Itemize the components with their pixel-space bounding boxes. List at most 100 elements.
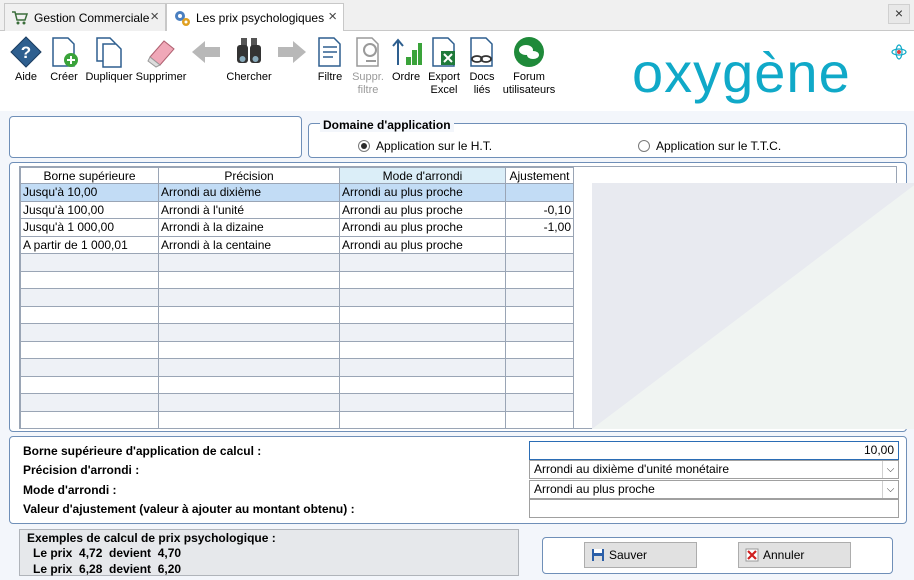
chercher-button[interactable]: Chercher: [226, 35, 272, 84]
radio-ttc-dot[interactable]: [638, 140, 650, 152]
tab-prix-psychologiques[interactable]: Les prix psychologiques ×: [166, 3, 344, 32]
save-button[interactable]: Sauver: [584, 542, 697, 568]
table-cell[interactable]: Arrondi au plus proche: [339, 200, 506, 219]
window-close-button[interactable]: ×: [888, 4, 910, 24]
table-cell[interactable]: Jusqu'à 100,00: [20, 200, 159, 219]
table-cell[interactable]: [505, 305, 574, 324]
table-cell[interactable]: Arrondi à la centaine: [158, 235, 340, 254]
table-cell[interactable]: [339, 340, 506, 359]
table-cell[interactable]: Arrondi au dixième: [158, 183, 340, 202]
empty-table-row[interactable]: [20, 323, 574, 342]
table-cell[interactable]: Arrondi au plus proche: [339, 235, 506, 254]
table-row[interactable]: Jusqu'à 100,00 Arrondi à l'unité Arrondi a…: [20, 200, 574, 219]
table-cell[interactable]: [505, 340, 574, 359]
ajustement-input[interactable]: [529, 499, 899, 518]
table-cell[interactable]: [505, 410, 574, 429]
table-cell[interactable]: [505, 323, 574, 342]
table-cell[interactable]: Arrondi au plus proche: [339, 183, 506, 202]
ordre-button[interactable]: Ordre: [390, 35, 422, 84]
empty-table-row[interactable]: [20, 410, 574, 429]
table-cell[interactable]: [20, 340, 159, 359]
borne-input[interactable]: 10,00: [529, 441, 899, 460]
table-cell[interactable]: [505, 375, 574, 394]
chevron-down-icon[interactable]: ⌵: [882, 481, 898, 498]
table-cell[interactable]: [20, 410, 159, 429]
forum-button[interactable]: Forum utilisateurs: [502, 35, 556, 97]
precision-select[interactable]: Arrondi au dixième d'unité monétaire ⌵: [529, 460, 899, 479]
table-cell[interactable]: [158, 375, 340, 394]
table-cell[interactable]: Arrondi à la dizaine: [158, 218, 340, 237]
table-cell[interactable]: [20, 393, 159, 412]
table-row[interactable]: A partir de 1 000,01 Arrondi à la centain…: [20, 235, 574, 254]
table-cell[interactable]: [20, 323, 159, 342]
supprimer-button[interactable]: Supprimer: [136, 35, 186, 84]
table-cell[interactable]: Arrondi à l'unité: [158, 200, 340, 219]
next-button[interactable]: [276, 35, 308, 71]
table-cell[interactable]: [339, 270, 506, 289]
filtre-button[interactable]: Filtre: [314, 35, 346, 84]
previous-button[interactable]: [190, 35, 222, 71]
empty-table-row[interactable]: [20, 340, 574, 359]
table-cell[interactable]: [20, 253, 159, 272]
table-cell[interactable]: -0,10: [505, 200, 574, 219]
aide-button[interactable]: ? Aide: [10, 35, 42, 84]
table-cell[interactable]: [158, 288, 340, 307]
col-header-ajustement[interactable]: Ajustement: [505, 167, 574, 184]
table-cell[interactable]: [505, 358, 574, 377]
table-cell[interactable]: [339, 393, 506, 412]
table-cell[interactable]: -1,00: [505, 218, 574, 237]
table-cell[interactable]: [158, 340, 340, 359]
table-cell[interactable]: [505, 270, 574, 289]
empty-table-row[interactable]: [20, 288, 574, 307]
table-cell[interactable]: [158, 410, 340, 429]
price-rules-grid[interactable]: Borne supérieure Précision Mode d'arrond…: [19, 166, 914, 429]
table-cell[interactable]: [505, 235, 574, 254]
table-cell[interactable]: [339, 410, 506, 429]
dupliquer-button[interactable]: Dupliquer: [85, 35, 133, 84]
table-cell[interactable]: [505, 253, 574, 272]
radio-ttc[interactable]: Application sur le T.T.C.: [638, 139, 781, 153]
close-icon[interactable]: ×: [328, 9, 337, 24]
table-cell[interactable]: [158, 270, 340, 289]
empty-table-row[interactable]: [20, 305, 574, 324]
export-excel-button[interactable]: Export Excel: [426, 35, 462, 97]
col-header-mode[interactable]: Mode d'arrondi: [339, 167, 506, 184]
docs-lies-button[interactable]: Docs liés: [466, 35, 498, 97]
col-header-precision[interactable]: Précision: [158, 167, 340, 184]
table-cell[interactable]: [339, 288, 506, 307]
table-cell[interactable]: [339, 375, 506, 394]
table-cell[interactable]: [339, 253, 506, 272]
table-cell[interactable]: [20, 288, 159, 307]
empty-table-row[interactable]: [20, 375, 574, 394]
empty-table-row[interactable]: [20, 393, 574, 412]
table-cell[interactable]: [158, 358, 340, 377]
table-cell[interactable]: [158, 253, 340, 272]
table-cell[interactable]: [158, 305, 340, 324]
tab-gestion-commerciale[interactable]: Gestion Commerciale ×: [4, 3, 166, 31]
creer-button[interactable]: Créer: [48, 35, 80, 84]
empty-table-row[interactable]: [20, 358, 574, 377]
cancel-button[interactable]: Annuler: [738, 542, 851, 568]
table-cell[interactable]: Arrondi au plus proche: [339, 218, 506, 237]
table-cell[interactable]: [158, 323, 340, 342]
empty-table-row[interactable]: [20, 270, 574, 289]
empty-table-row[interactable]: [20, 253, 574, 272]
table-row[interactable]: Jusqu'à 10,00 Arrondi au dixième Arrondi a…: [20, 183, 574, 202]
radio-ht-dot[interactable]: [358, 140, 370, 152]
mode-select[interactable]: Arrondi au plus proche ⌵: [529, 480, 899, 499]
table-cell[interactable]: [20, 305, 159, 324]
table-cell[interactable]: [339, 358, 506, 377]
table-cell[interactable]: [505, 288, 574, 307]
chevron-down-icon[interactable]: ⌵: [882, 461, 898, 478]
table-cell[interactable]: [20, 270, 159, 289]
table-cell[interactable]: [20, 375, 159, 394]
radio-ht[interactable]: Application sur le H.T.: [358, 139, 492, 153]
table-cell[interactable]: [20, 358, 159, 377]
close-icon[interactable]: ×: [150, 9, 159, 24]
table-cell[interactable]: [505, 183, 574, 202]
table-row[interactable]: Jusqu'à 1 000,00 Arrondi à la dizaine Arro…: [20, 218, 574, 237]
table-cell[interactable]: [505, 393, 574, 412]
table-cell[interactable]: A partir de 1 000,01: [20, 235, 159, 254]
suppr-filtre-button[interactable]: Suppr. filtre: [350, 35, 386, 97]
col-header-borne[interactable]: Borne supérieure: [20, 167, 159, 184]
